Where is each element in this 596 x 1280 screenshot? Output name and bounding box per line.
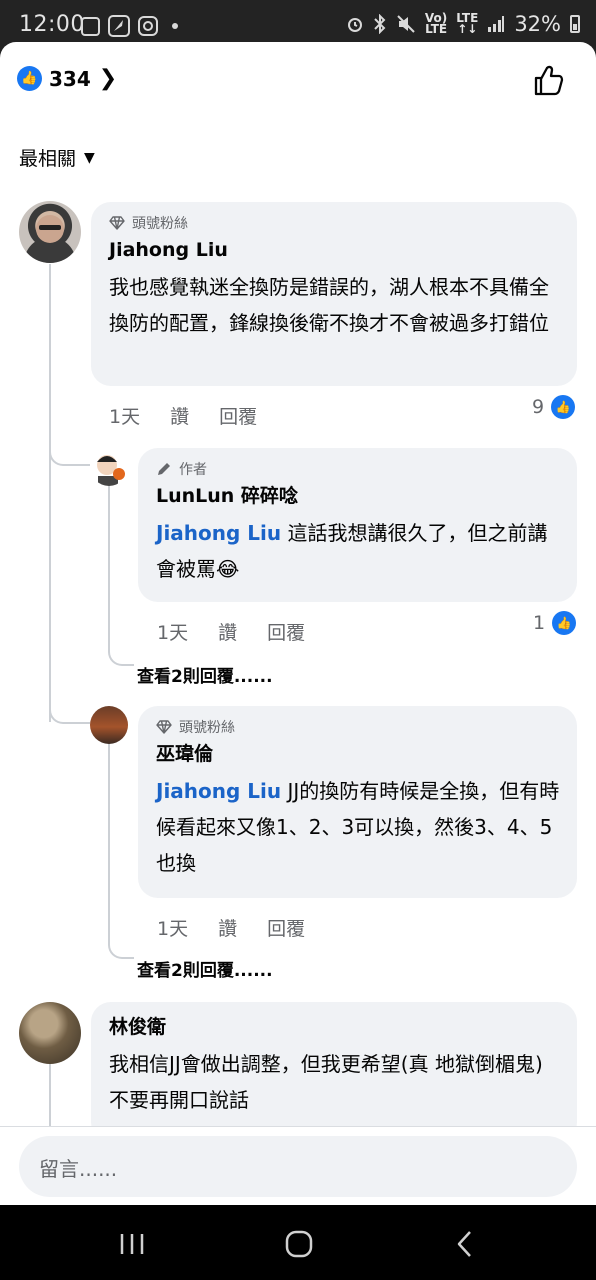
instagram-icon xyxy=(138,16,158,36)
battery-percent: 32% xyxy=(514,12,561,36)
recent-apps-button[interactable] xyxy=(112,1229,152,1259)
diamond-icon xyxy=(156,720,172,734)
system-navigation-bar xyxy=(0,1205,596,1280)
reply-author[interactable]: 巫瑋倫 xyxy=(156,741,560,767)
comment-time: 1天 xyxy=(109,406,141,428)
reply-bubble: 頭號粉絲 巫瑋倫 Jiahong Liu JJ的換防有時候是全換，但有時候看起來… xyxy=(138,706,577,898)
bluetooth-icon xyxy=(374,14,386,34)
reply-reactions[interactable]: 1 👍 xyxy=(533,611,577,635)
comment-composer: 留言...... xyxy=(0,1126,596,1205)
feather-app-icon xyxy=(108,15,130,37)
like-link[interactable]: 讚 xyxy=(218,618,237,645)
reply-text: Jiahong Liu JJ的換防有時候是全換，但有時候看起來又像1、2、3可以… xyxy=(156,773,560,881)
avatar[interactable] xyxy=(19,1002,81,1064)
comment-bubble: 頭號粉絲 Jiahong Liu 我也感覺執迷全換防是錯誤的，湖人根本不具備全換… xyxy=(91,202,577,386)
like-link[interactable]: 讚 xyxy=(170,402,189,429)
mute-icon xyxy=(397,15,415,33)
avatar[interactable] xyxy=(19,201,81,263)
comment-text: 我也感覺執迷全換防是錯誤的，湖人根本不具備全換防的配置，鋒線換後衛不換才不會被過… xyxy=(109,275,549,335)
reply-link[interactable]: 回覆 xyxy=(219,402,257,429)
reply-link[interactable]: 回覆 xyxy=(267,914,305,941)
comment-text: 我相信JJ會做出調整，但我更希望(真 地獄倒楣鬼)不要再開口說話 xyxy=(109,1052,543,1112)
reaction-count: 1 xyxy=(533,612,546,634)
like-link[interactable]: 讚 xyxy=(218,914,237,941)
chevron-down-icon: ▼ xyxy=(84,149,95,166)
home-button[interactable] xyxy=(279,1229,319,1259)
reply-author[interactable]: LunLun 碎碎唸 xyxy=(156,483,560,509)
status-notification-icons xyxy=(81,15,178,37)
top-fan-badge: 頭號粉絲 xyxy=(156,716,560,738)
comment-actions: 1天 讚 回覆 xyxy=(109,402,257,429)
gallery-icon xyxy=(81,16,100,36)
thread-connector xyxy=(108,934,134,959)
back-button[interactable] xyxy=(446,1229,486,1259)
reaction-count: 9 xyxy=(532,396,545,418)
status-time: 12:00 xyxy=(19,12,85,37)
reply-actions: 1天 讚 回覆 xyxy=(157,618,305,645)
sort-label: 最相關 xyxy=(19,148,77,170)
battery-icon xyxy=(570,15,580,33)
diamond-icon xyxy=(109,216,125,230)
laughing-emoji: 😂 xyxy=(216,557,240,581)
thread-line xyxy=(49,1064,51,1134)
chevron-right-icon: ❯ xyxy=(98,66,118,91)
badge-label: 頭號粉絲 xyxy=(132,216,188,232)
top-fan-badge: 頭號粉絲 xyxy=(109,212,560,234)
thread-connector xyxy=(49,422,90,466)
comments-sheet: 👍 334 ❯ 最相關 ▼ 頭號粉絲 Jiahong Liu 我也感覺執迷全換防… xyxy=(0,42,596,1205)
thread-line xyxy=(49,264,51,722)
comment-reactions[interactable]: 9 👍 xyxy=(532,395,576,419)
alarm-icon xyxy=(347,18,362,32)
comment-time: 1天 xyxy=(157,622,189,644)
reactions-summary[interactable]: 👍 334 ❯ xyxy=(17,66,117,91)
reply-link[interactable]: 回覆 xyxy=(267,618,305,645)
sort-dropdown[interactable]: 最相關 ▼ xyxy=(19,144,95,171)
view-more-replies-link[interactable]: 查看2則回覆...... xyxy=(137,662,273,687)
thread-line xyxy=(108,744,110,944)
reply-actions: 1天 讚 回覆 xyxy=(157,914,305,941)
badge-label: 頭號粉絲 xyxy=(179,720,235,736)
reply-text: Jiahong Liu 這話我想講很久了，但之前講會被罵😂 xyxy=(156,515,560,587)
thread-line xyxy=(108,484,110,652)
comment-bubble: 林俊衛 我相信JJ會做出調整，但我更希望(真 地獄倒楣鬼)不要再開口說話 xyxy=(91,1002,577,1142)
avatar[interactable] xyxy=(90,448,128,486)
status-system-icons: Vo) LTE LTE ↑↓ 32% xyxy=(346,12,580,36)
comment-time: 1天 xyxy=(157,918,189,940)
thumbs-up-button[interactable] xyxy=(530,62,566,98)
like-reaction-icon: 👍 xyxy=(552,611,577,635)
comment-author[interactable]: 林俊衛 xyxy=(109,1014,560,1040)
mention-link[interactable]: Jiahong Liu xyxy=(156,521,281,545)
comment-input[interactable]: 留言...... xyxy=(19,1136,577,1197)
thread-connector xyxy=(108,640,134,666)
lte-icon: LTE ↑↓ xyxy=(456,11,479,36)
mention-link[interactable]: Jiahong Liu xyxy=(156,779,281,803)
badge-label: 作者 xyxy=(179,462,207,478)
comment-author[interactable]: Jiahong Liu xyxy=(109,237,560,263)
more-notifications-dot xyxy=(172,23,178,29)
author-badge: 作者 xyxy=(156,458,560,480)
view-more-replies-link[interactable]: 查看2則回覆...... xyxy=(137,956,273,981)
signal-icon xyxy=(488,16,505,32)
volte-icon: Vo) LTE xyxy=(424,11,448,36)
reply-bubble: 作者 LunLun 碎碎唸 Jiahong Liu 這話我想講很久了，但之前講會… xyxy=(138,448,577,602)
avatar[interactable] xyxy=(90,706,128,744)
pen-icon xyxy=(158,463,170,475)
like-reaction-icon: 👍 xyxy=(17,66,42,91)
reaction-count: 334 xyxy=(49,66,91,91)
like-reaction-icon: 👍 xyxy=(551,395,576,419)
thread-connector xyxy=(49,682,90,724)
